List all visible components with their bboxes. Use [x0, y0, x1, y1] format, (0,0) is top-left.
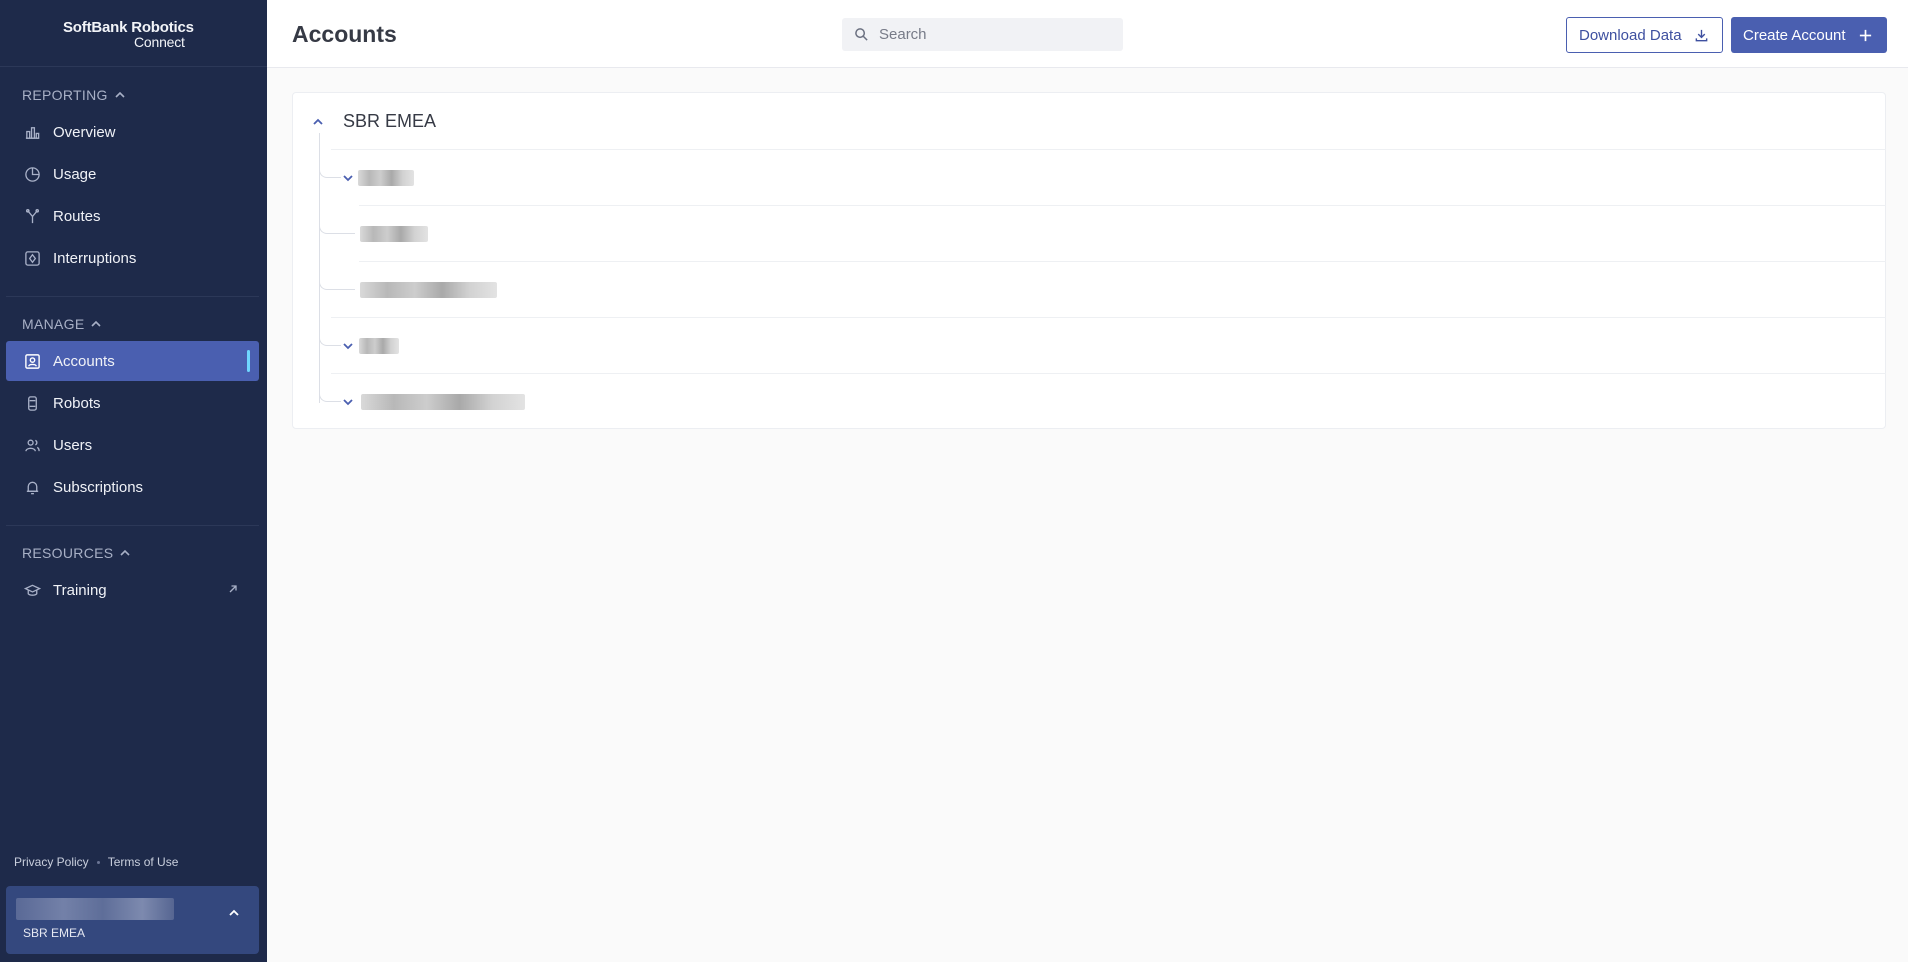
chevron-down-icon[interactable]: [341, 339, 355, 353]
top-bar: Accounts Download Data Create Account: [267, 0, 1908, 68]
sidebar-item-overview[interactable]: Overview: [6, 112, 259, 152]
sidebar-item-label: Subscriptions: [53, 478, 144, 496]
tree-row[interactable]: [319, 205, 1886, 261]
bell-icon: [23, 478, 41, 496]
section-manage-toggle[interactable]: MANAGE: [22, 316, 102, 332]
current-account-label: SBR EMEA: [23, 926, 86, 940]
user-name-redacted: [16, 898, 174, 920]
sidebar-item-robots[interactable]: Robots: [6, 383, 259, 423]
tree-root-label: SBR EMEA: [343, 111, 437, 131]
chevron-up-icon[interactable]: [227, 906, 241, 920]
sidebar-item-label: Accounts: [53, 352, 115, 370]
tree-branch: [319, 318, 341, 346]
page-title: Accounts: [292, 21, 397, 47]
tree-branch: [319, 262, 355, 290]
chevron-up-icon[interactable]: [311, 115, 325, 129]
account-name-redacted: [360, 226, 428, 242]
tree-branch: [319, 374, 341, 402]
account-icon: [23, 352, 41, 370]
section-reporting-toggle[interactable]: REPORTING: [22, 87, 126, 103]
chevron-up-icon: [120, 549, 130, 556]
plus-icon: [1859, 29, 1871, 41]
sidebar-item-label: Robots: [53, 394, 101, 412]
section-title-manage: MANAGE: [22, 316, 85, 332]
chevron-down-icon[interactable]: [341, 395, 355, 409]
section-title-resources: RESOURCES: [22, 545, 114, 561]
account-name-redacted: [359, 338, 399, 354]
sidebar-item-subscriptions[interactable]: Subscriptions: [6, 467, 259, 507]
footer-links: Privacy Policy Terms of Use: [14, 855, 178, 869]
sidebar-item-accounts[interactable]: Accounts: [6, 341, 259, 381]
tree-branch: [319, 150, 341, 178]
account-name-redacted: [361, 394, 525, 410]
pie-chart-icon: [23, 165, 41, 183]
sidebar-item-label: Usage: [53, 165, 97, 183]
chevron-up-icon: [91, 320, 102, 327]
download-data-label: Download Data: [1579, 26, 1682, 44]
download-icon: [1695, 29, 1707, 41]
logo-line-2: Connect: [134, 34, 185, 50]
sidebar-divider: [6, 525, 259, 526]
sidebar-item-label: Users: [53, 436, 93, 454]
separator-dot: [96, 860, 100, 864]
tree-root-row[interactable]: SBR EMEA: [293, 93, 1885, 149]
search-input[interactable]: [879, 26, 1099, 43]
create-account-label: Create Account: [1743, 26, 1846, 44]
tree-row[interactable]: [319, 317, 1886, 373]
interruption-icon: [23, 249, 41, 267]
account-name-redacted: [358, 170, 414, 186]
section-title-reporting: REPORTING: [22, 87, 108, 103]
graduation-cap-icon: [23, 581, 41, 599]
route-icon: [23, 207, 41, 225]
search-box[interactable]: [842, 18, 1123, 51]
sidebar: SoftBank Robotics Connect REPORTING Over…: [0, 0, 267, 962]
sidebar-item-label: Overview: [53, 123, 116, 141]
sidebar-item-training[interactable]: Training: [6, 570, 259, 610]
sidebar-item-users[interactable]: Users: [6, 425, 259, 465]
sidebar-item-label: Interruptions: [53, 249, 137, 267]
create-account-button[interactable]: Create Account: [1731, 17, 1887, 53]
app-logo[interactable]: SoftBank Robotics Connect: [0, 0, 267, 67]
bar-chart-icon: [23, 123, 41, 141]
chevron-down-icon[interactable]: [341, 171, 355, 185]
sidebar-item-interruptions[interactable]: Interruptions: [6, 238, 259, 278]
external-link-icon: [229, 585, 237, 593]
sidebar-divider: [6, 296, 259, 297]
sidebar-item-label: Training: [53, 581, 107, 599]
tree-row[interactable]: [319, 261, 1886, 317]
sidebar-item-routes[interactable]: Routes: [6, 196, 259, 236]
tree-row[interactable]: [319, 373, 1886, 429]
sidebar-item-label: Routes: [53, 207, 101, 225]
terms-of-use-link[interactable]: Terms of Use: [108, 855, 179, 869]
tree-branch: [319, 206, 355, 234]
download-data-button[interactable]: Download Data: [1566, 17, 1723, 53]
robot-icon: [23, 394, 41, 412]
privacy-policy-link[interactable]: Privacy Policy: [14, 855, 89, 869]
users-icon: [23, 436, 41, 454]
account-switcher[interactable]: SBR EMEA: [6, 886, 259, 954]
tree-row[interactable]: [319, 149, 1886, 205]
accounts-tree-card: SBR EMEA: [292, 92, 1886, 429]
chevron-up-icon: [115, 91, 125, 98]
section-resources-toggle[interactable]: RESOURCES: [22, 545, 131, 561]
account-name-redacted: [360, 282, 497, 298]
search-icon: [855, 28, 868, 41]
sidebar-item-usage[interactable]: Usage: [6, 154, 259, 194]
